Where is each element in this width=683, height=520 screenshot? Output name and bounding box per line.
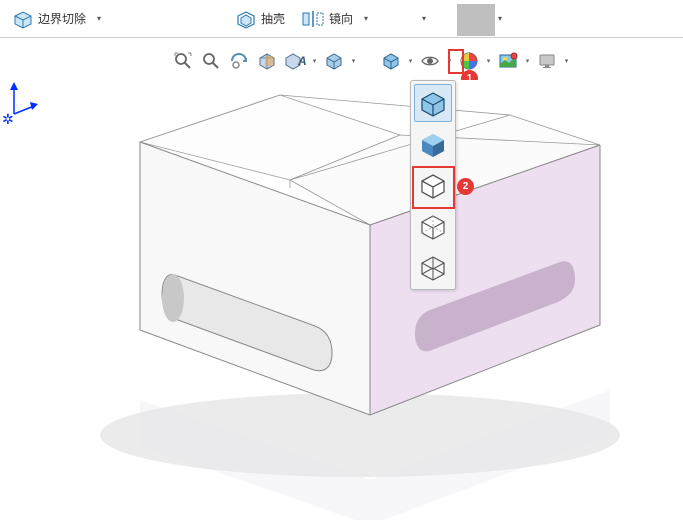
display-style-button[interactable] xyxy=(378,48,404,74)
mirror-icon xyxy=(301,9,325,29)
model-render xyxy=(0,80,683,520)
view-toolbar: A ▾ ▾ ▾ ▾ ▾ xyxy=(170,48,571,74)
view-orient-dropdown[interactable]: ▾ xyxy=(349,48,358,74)
command-ribbon: 边界切除 ▾ 抽壳 镜向 ▾ ▾ ▾ xyxy=(0,0,683,38)
hidden-visible-icon xyxy=(418,211,448,241)
svg-text:A: A xyxy=(297,54,306,68)
zoom-fit-icon xyxy=(173,51,193,71)
boundary-cut-button[interactable]: 边界切除 xyxy=(6,5,92,33)
zoom-area-button[interactable] xyxy=(198,48,224,74)
eye-icon xyxy=(420,51,440,71)
zoom-fit-button[interactable] xyxy=(170,48,196,74)
color-swatch[interactable] xyxy=(457,4,495,36)
view-orient-icon xyxy=(324,51,344,71)
swatch-dropdown[interactable]: ▾ xyxy=(495,6,505,32)
shell-label: 抽壳 xyxy=(261,10,285,27)
hide-show-button[interactable] xyxy=(417,48,443,74)
shaded-edges-icon xyxy=(418,88,448,118)
callout-badge-2: 2 xyxy=(457,178,474,195)
scene-button[interactable] xyxy=(495,48,521,74)
extra-dropdown-1[interactable]: ▾ xyxy=(419,6,429,32)
annotation-view-icon: A xyxy=(284,51,306,71)
display-style-dropdown-arrow[interactable]: ▾ xyxy=(406,48,415,74)
boundary-cut-label: 边界切除 xyxy=(38,10,86,27)
display-style-icon xyxy=(381,51,401,71)
view-orient-button[interactable] xyxy=(321,48,347,74)
callout-box-2 xyxy=(412,166,455,209)
display-wireframe[interactable] xyxy=(414,248,452,286)
section-button[interactable] xyxy=(254,48,280,74)
display-hidden-visible[interactable] xyxy=(414,207,452,245)
mirror-button[interactable]: 镜向 xyxy=(295,5,359,33)
annotation-view-dropdown[interactable]: ▾ xyxy=(310,48,319,74)
callout-box-1 xyxy=(448,49,464,74)
monitor-icon xyxy=(537,51,557,71)
shell-icon xyxy=(235,8,257,30)
boundary-cut-icon xyxy=(12,8,34,30)
origin-triad: ✲ xyxy=(0,80,40,130)
display-shaded-edges[interactable] xyxy=(414,84,452,122)
prev-view-button[interactable] xyxy=(226,48,252,74)
zoom-area-icon xyxy=(201,51,221,71)
boundary-cut-dropdown[interactable]: ▾ xyxy=(94,6,104,32)
graphics-viewport[interactable]: ✲ xyxy=(0,80,683,519)
appearance-dropdown[interactable]: ▾ xyxy=(484,48,493,74)
view-settings-dropdown[interactable]: ▾ xyxy=(562,48,571,74)
mirror-label: 镜向 xyxy=(329,10,353,27)
scene-icon xyxy=(498,51,518,71)
section-icon xyxy=(257,51,277,71)
annotation-view-button[interactable]: A xyxy=(282,48,308,74)
scene-dropdown[interactable]: ▾ xyxy=(523,48,532,74)
display-shaded[interactable] xyxy=(414,125,452,163)
prev-view-icon xyxy=(229,51,249,71)
view-settings-button[interactable] xyxy=(534,48,560,74)
mirror-dropdown[interactable]: ▾ xyxy=(361,6,371,32)
svg-text:✲: ✲ xyxy=(2,111,14,127)
shell-button[interactable]: 抽壳 xyxy=(229,5,291,33)
wireframe-icon xyxy=(418,252,448,282)
shaded-icon xyxy=(418,129,448,159)
